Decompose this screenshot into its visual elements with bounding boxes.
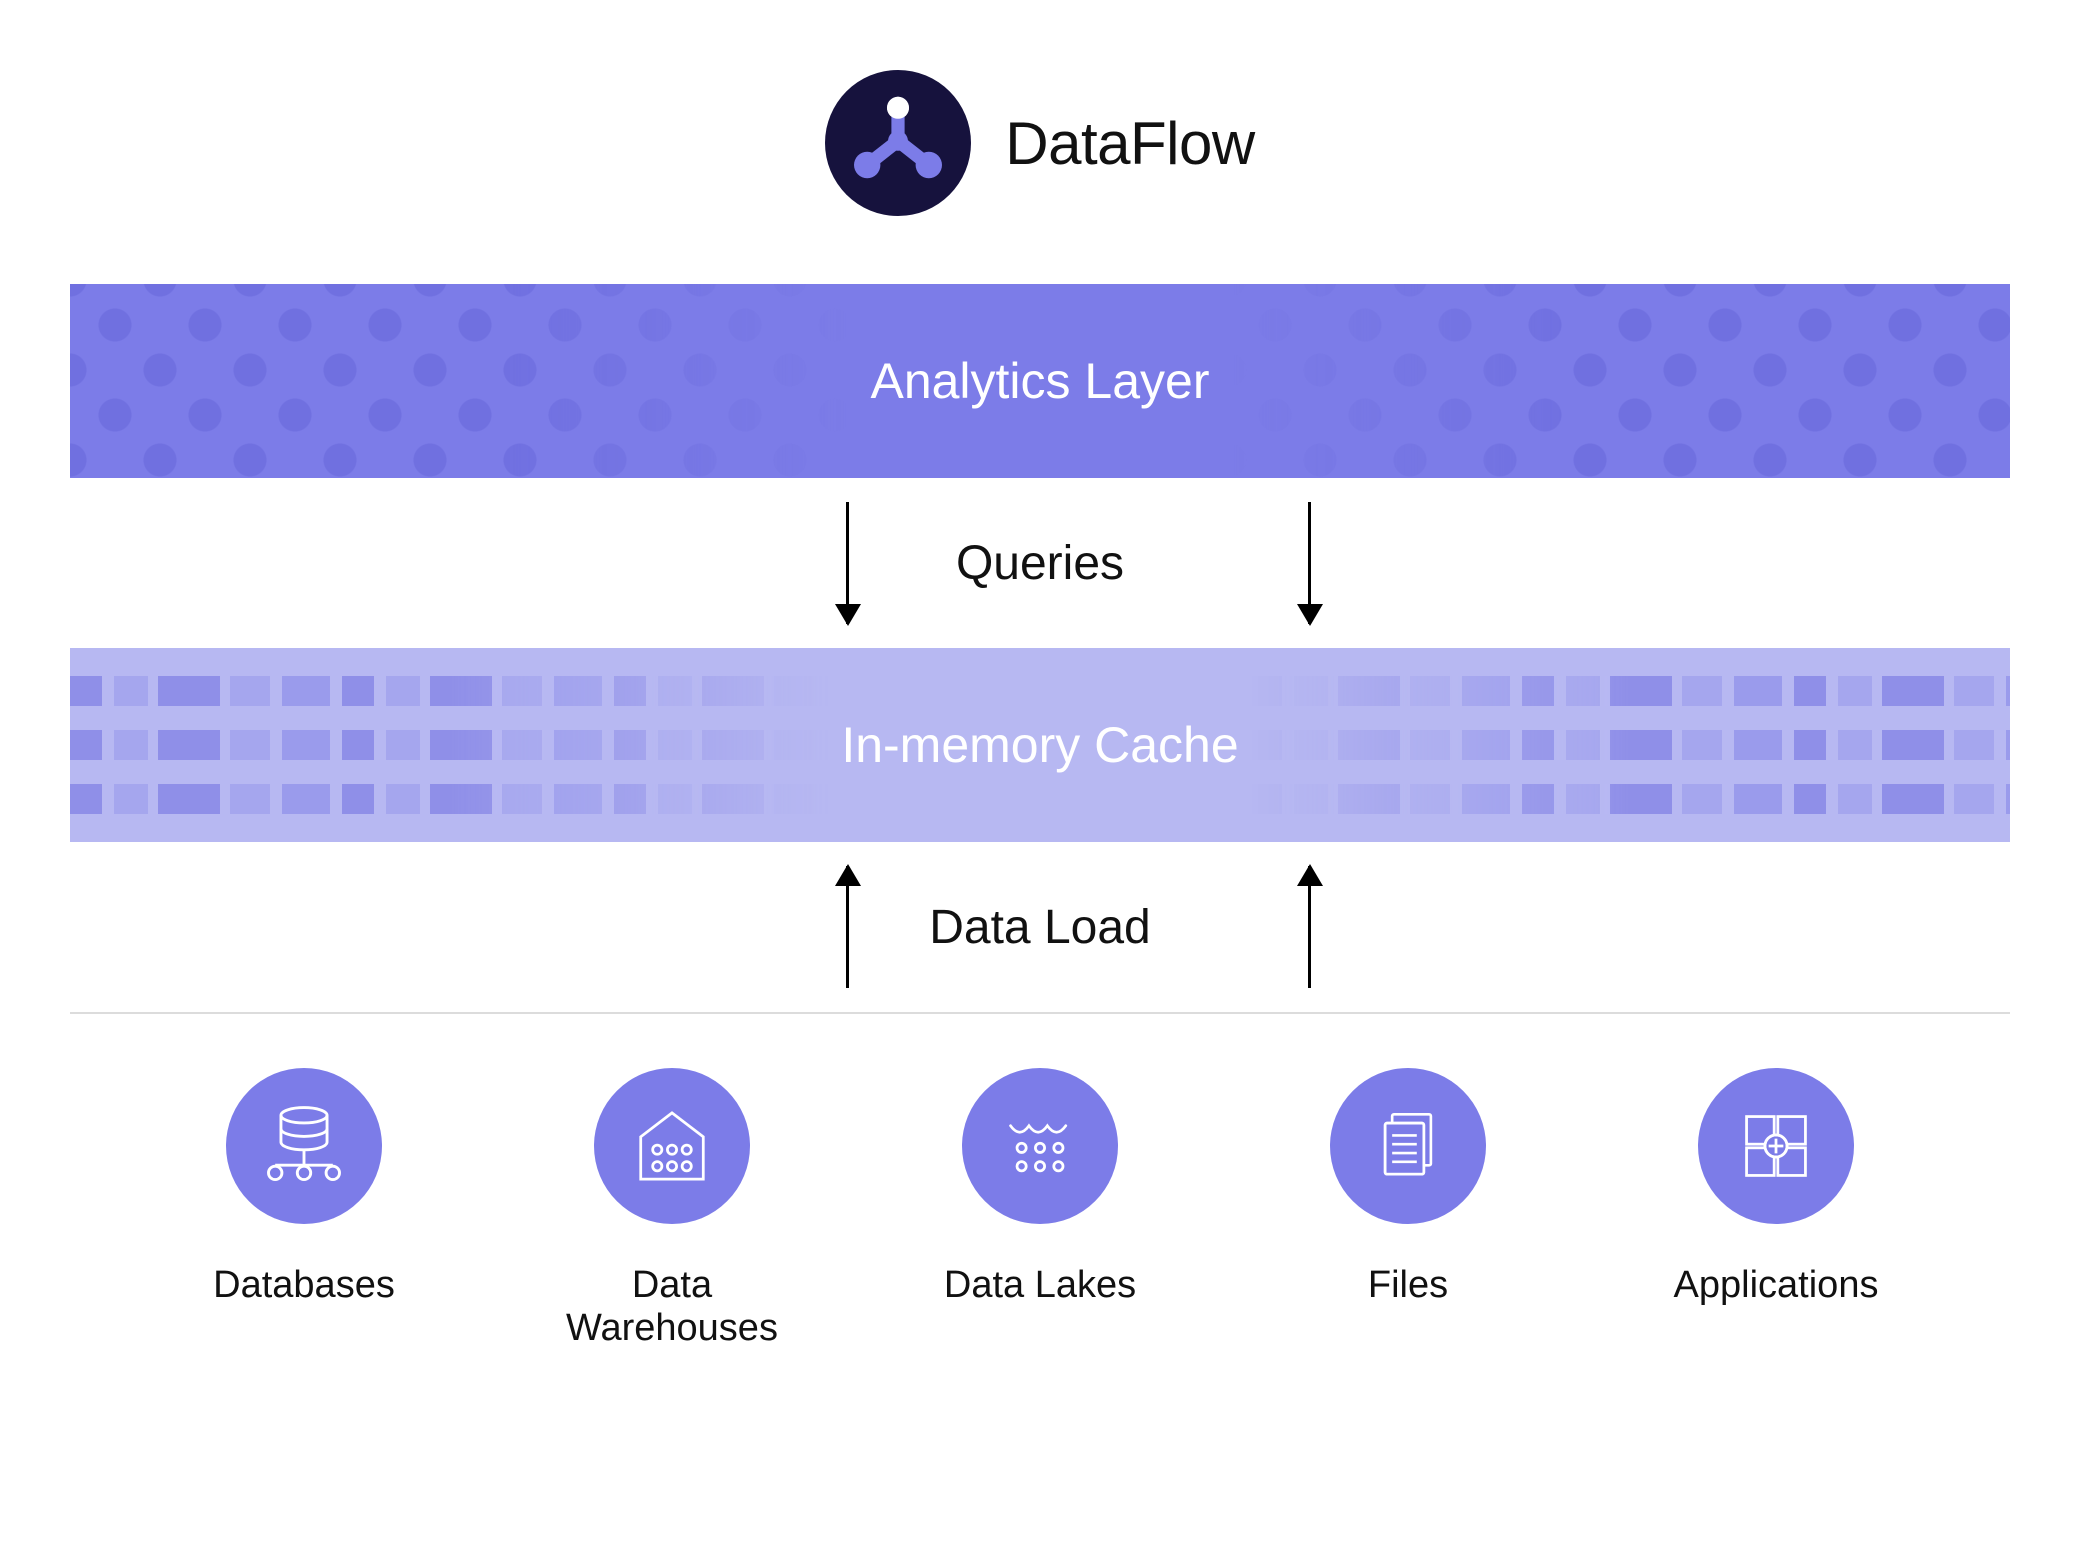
cache-pattern-right xyxy=(1250,648,2010,842)
source-data-warehouses: Data Warehouses xyxy=(522,1068,822,1350)
source-applications: Applications xyxy=(1626,1068,1926,1307)
queries-label: Queries xyxy=(956,536,1124,591)
arrow-up-icon xyxy=(1308,866,1311,988)
source-files: Files xyxy=(1258,1068,1558,1307)
database-icon xyxy=(226,1068,382,1224)
source-label: Files xyxy=(1368,1264,1448,1307)
source-databases: Databases xyxy=(154,1068,454,1307)
data-load-label: Data Load xyxy=(929,900,1151,955)
cache-pattern-left xyxy=(70,648,830,842)
source-label: Applications xyxy=(1674,1264,1879,1307)
lake-icon xyxy=(962,1068,1118,1224)
brand-header: DataFlow xyxy=(70,70,2010,216)
arrow-down-icon xyxy=(1308,502,1311,624)
source-data-lakes: Data Lakes xyxy=(890,1068,1190,1307)
source-label: Data Warehouses xyxy=(522,1264,822,1350)
data-sources-row: Databases Data Warehouses Data Lakes xyxy=(70,1014,2010,1350)
analytics-layer-bar: Analytics Layer xyxy=(70,284,2010,478)
source-label: Databases xyxy=(213,1264,395,1307)
cache-layer-bar: In-memory Cache xyxy=(70,648,2010,842)
arrow-up-icon xyxy=(846,866,849,988)
queries-flow-row: Queries xyxy=(70,478,2010,648)
files-icon xyxy=(1330,1068,1486,1224)
analytics-layer-label: Analytics Layer xyxy=(870,352,1209,410)
arrow-down-icon xyxy=(846,502,849,624)
applications-icon xyxy=(1698,1068,1854,1224)
architecture-diagram: DataFlow Analytics Layer Queries In-memo… xyxy=(0,0,2080,1562)
brand-logo-icon xyxy=(825,70,971,216)
warehouse-icon xyxy=(594,1068,750,1224)
cache-layer-label: In-memory Cache xyxy=(841,716,1238,774)
source-label: Data Lakes xyxy=(944,1264,1136,1307)
brand-name: DataFlow xyxy=(1005,109,1254,178)
data-load-flow-row: Data Load xyxy=(70,842,2010,1012)
